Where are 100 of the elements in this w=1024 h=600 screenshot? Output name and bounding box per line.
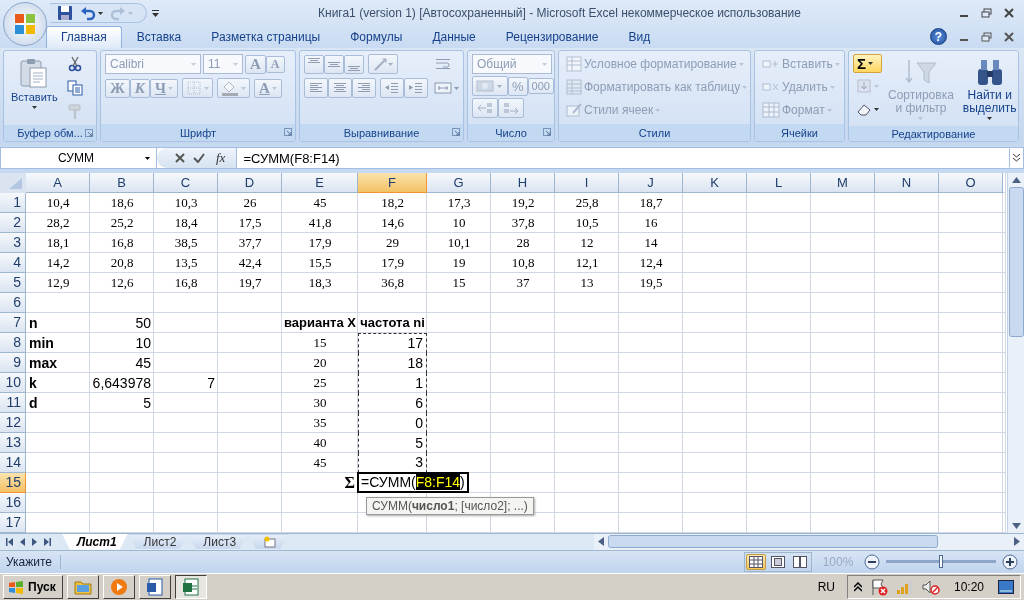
group-label: Редактирование [849, 126, 1018, 141]
close-icon[interactable] [1004, 31, 1014, 42]
application-menu-button[interactable] [3, 2, 47, 46]
paste-button[interactable]: Вставить [8, 54, 61, 122]
row-header[interactable]: 14 [0, 452, 26, 473]
customize-toolbar-button[interactable] [151, 8, 160, 18]
ribbon-tab[interactable]: Разметка страницы [196, 26, 336, 48]
previous-sheet-icon[interactable] [20, 537, 25, 546]
formula-field[interactable]: =СУММ(F8:F14) [237, 150, 1009, 166]
row-header[interactable]: 10 [0, 372, 26, 393]
undo-button[interactable] [79, 4, 104, 22]
help-button[interactable]: ? [930, 28, 947, 45]
column-header[interactable]: K [683, 172, 747, 193]
row-header[interactable]: 9 [0, 352, 26, 373]
speaker-muted-icon[interactable] [921, 578, 940, 595]
row-header[interactable]: 7 [0, 312, 26, 333]
row-header[interactable]: 8 [0, 332, 26, 353]
enter-icon[interactable] [193, 153, 205, 163]
cancel-icon[interactable] [175, 153, 185, 163]
caret-icon[interactable] [987, 117, 993, 120]
start-button[interactable]: Пуск [3, 574, 63, 599]
insert-function-button[interactable]: fx [213, 149, 229, 167]
column-header[interactable]: F [358, 172, 427, 193]
save-button[interactable] [56, 4, 74, 22]
row-header[interactable]: 16 [0, 492, 26, 513]
column-header[interactable]: N [875, 172, 939, 193]
scroll-right-icon[interactable] [1014, 537, 1020, 547]
row-header[interactable]: 11 [0, 392, 26, 413]
column-header[interactable]: C [154, 172, 218, 193]
dialog-launcher-icon[interactable] [284, 128, 292, 136]
dialog-launcher-icon[interactable] [452, 128, 460, 136]
next-sheet-icon[interactable] [32, 537, 37, 546]
view-button[interactable] [746, 553, 766, 570]
row-header[interactable]: 17 [0, 512, 26, 533]
row-header[interactable]: 4 [0, 252, 26, 273]
name-box[interactable]: СУММ [1, 148, 157, 168]
chevron-up-icon[interactable] [853, 581, 862, 592]
row-header[interactable]: 2 [0, 212, 26, 233]
taskbar-app-button[interactable] [174, 574, 207, 599]
column-header[interactable]: D [218, 172, 282, 193]
caret-icon[interactable] [31, 106, 37, 109]
caret-icon[interactable] [98, 11, 103, 15]
row-header[interactable]: 1 [0, 192, 26, 213]
horizontal-scrollbar[interactable] [594, 533, 1024, 550]
row-header[interactable]: 6 [0, 292, 26, 313]
table-cell-text: 29 [385, 233, 400, 252]
column-header[interactable]: J [619, 172, 683, 193]
show-desktop-icon[interactable] [998, 579, 1014, 594]
caret-icon[interactable] [868, 62, 873, 65]
row-header[interactable]: 15 [0, 472, 26, 493]
ribbon-tab[interactable]: Формулы [335, 26, 418, 48]
restore-icon[interactable] [981, 31, 992, 42]
view-button[interactable] [790, 553, 810, 570]
sheet-tab[interactable]: Лист2 [128, 533, 188, 550]
ribbon-tab[interactable]: Рецензирование [490, 26, 614, 48]
table-cell-text: 17,3 [446, 193, 472, 212]
expand-formula-button[interactable] [1009, 148, 1023, 168]
ribbon-tab[interactable]: Вставка [121, 26, 197, 48]
flag-error-icon[interactable] [869, 577, 888, 596]
ribbon-tab[interactable]: Главная [46, 26, 122, 48]
language-indicator[interactable]: RU [817, 579, 843, 594]
table-cell-text: 16,8 [173, 273, 199, 292]
column-header[interactable]: L [747, 172, 811, 193]
dialog-launcher-icon[interactable] [85, 129, 93, 137]
ribbon-tab[interactable]: Вид [613, 26, 666, 48]
view-button[interactable] [768, 553, 788, 570]
last-sheet-icon[interactable] [44, 537, 51, 546]
sheet-tab[interactable]: Лист1 [62, 533, 128, 550]
scroll-up-icon[interactable] [1011, 176, 1021, 183]
row-header[interactable]: 12 [0, 412, 26, 433]
find-select-button[interactable]: Найти и выделить [959, 54, 1020, 123]
zoom-slider-thumb[interactable] [939, 555, 943, 569]
scroll-thumb-icon[interactable] [1008, 186, 1024, 337]
sheet-tab[interactable]: Лист3 [188, 533, 248, 550]
column-header[interactable]: B [90, 172, 154, 193]
borders-icon [186, 80, 203, 96]
caret-icon[interactable] [145, 156, 150, 160]
dialog-launcher-icon[interactable] [543, 128, 551, 136]
column-header[interactable]: H [491, 172, 555, 193]
autosum-button[interactable]: Σ [853, 54, 882, 73]
scroll-left-icon[interactable] [598, 537, 604, 547]
column-header[interactable]: O [939, 172, 1003, 193]
column-header[interactable]: A [26, 172, 90, 193]
column-header[interactable]: E [282, 172, 358, 193]
row-header[interactable]: 5 [0, 272, 26, 293]
scroll-thumb-icon[interactable] [608, 535, 938, 549]
column-header[interactable]: I [555, 172, 619, 193]
vertical-scrollbar[interactable] [1007, 172, 1024, 533]
zoom-out-icon[interactable] [864, 553, 880, 570]
row-header[interactable]: 3 [0, 232, 26, 253]
ribbon-tab[interactable]: Данные [417, 26, 491, 48]
column-header[interactable]: M [811, 172, 875, 193]
column-header[interactable]: G [427, 172, 491, 193]
scroll-down-icon[interactable] [1011, 522, 1021, 529]
close-icon[interactable] [1004, 8, 1014, 18]
caret-icon[interactable] [874, 107, 879, 111]
restore-icon[interactable] [981, 8, 992, 18]
zoom-in-icon[interactable] [1002, 553, 1018, 570]
row-header[interactable]: 13 [0, 432, 26, 453]
first-sheet-icon[interactable] [6, 537, 13, 546]
